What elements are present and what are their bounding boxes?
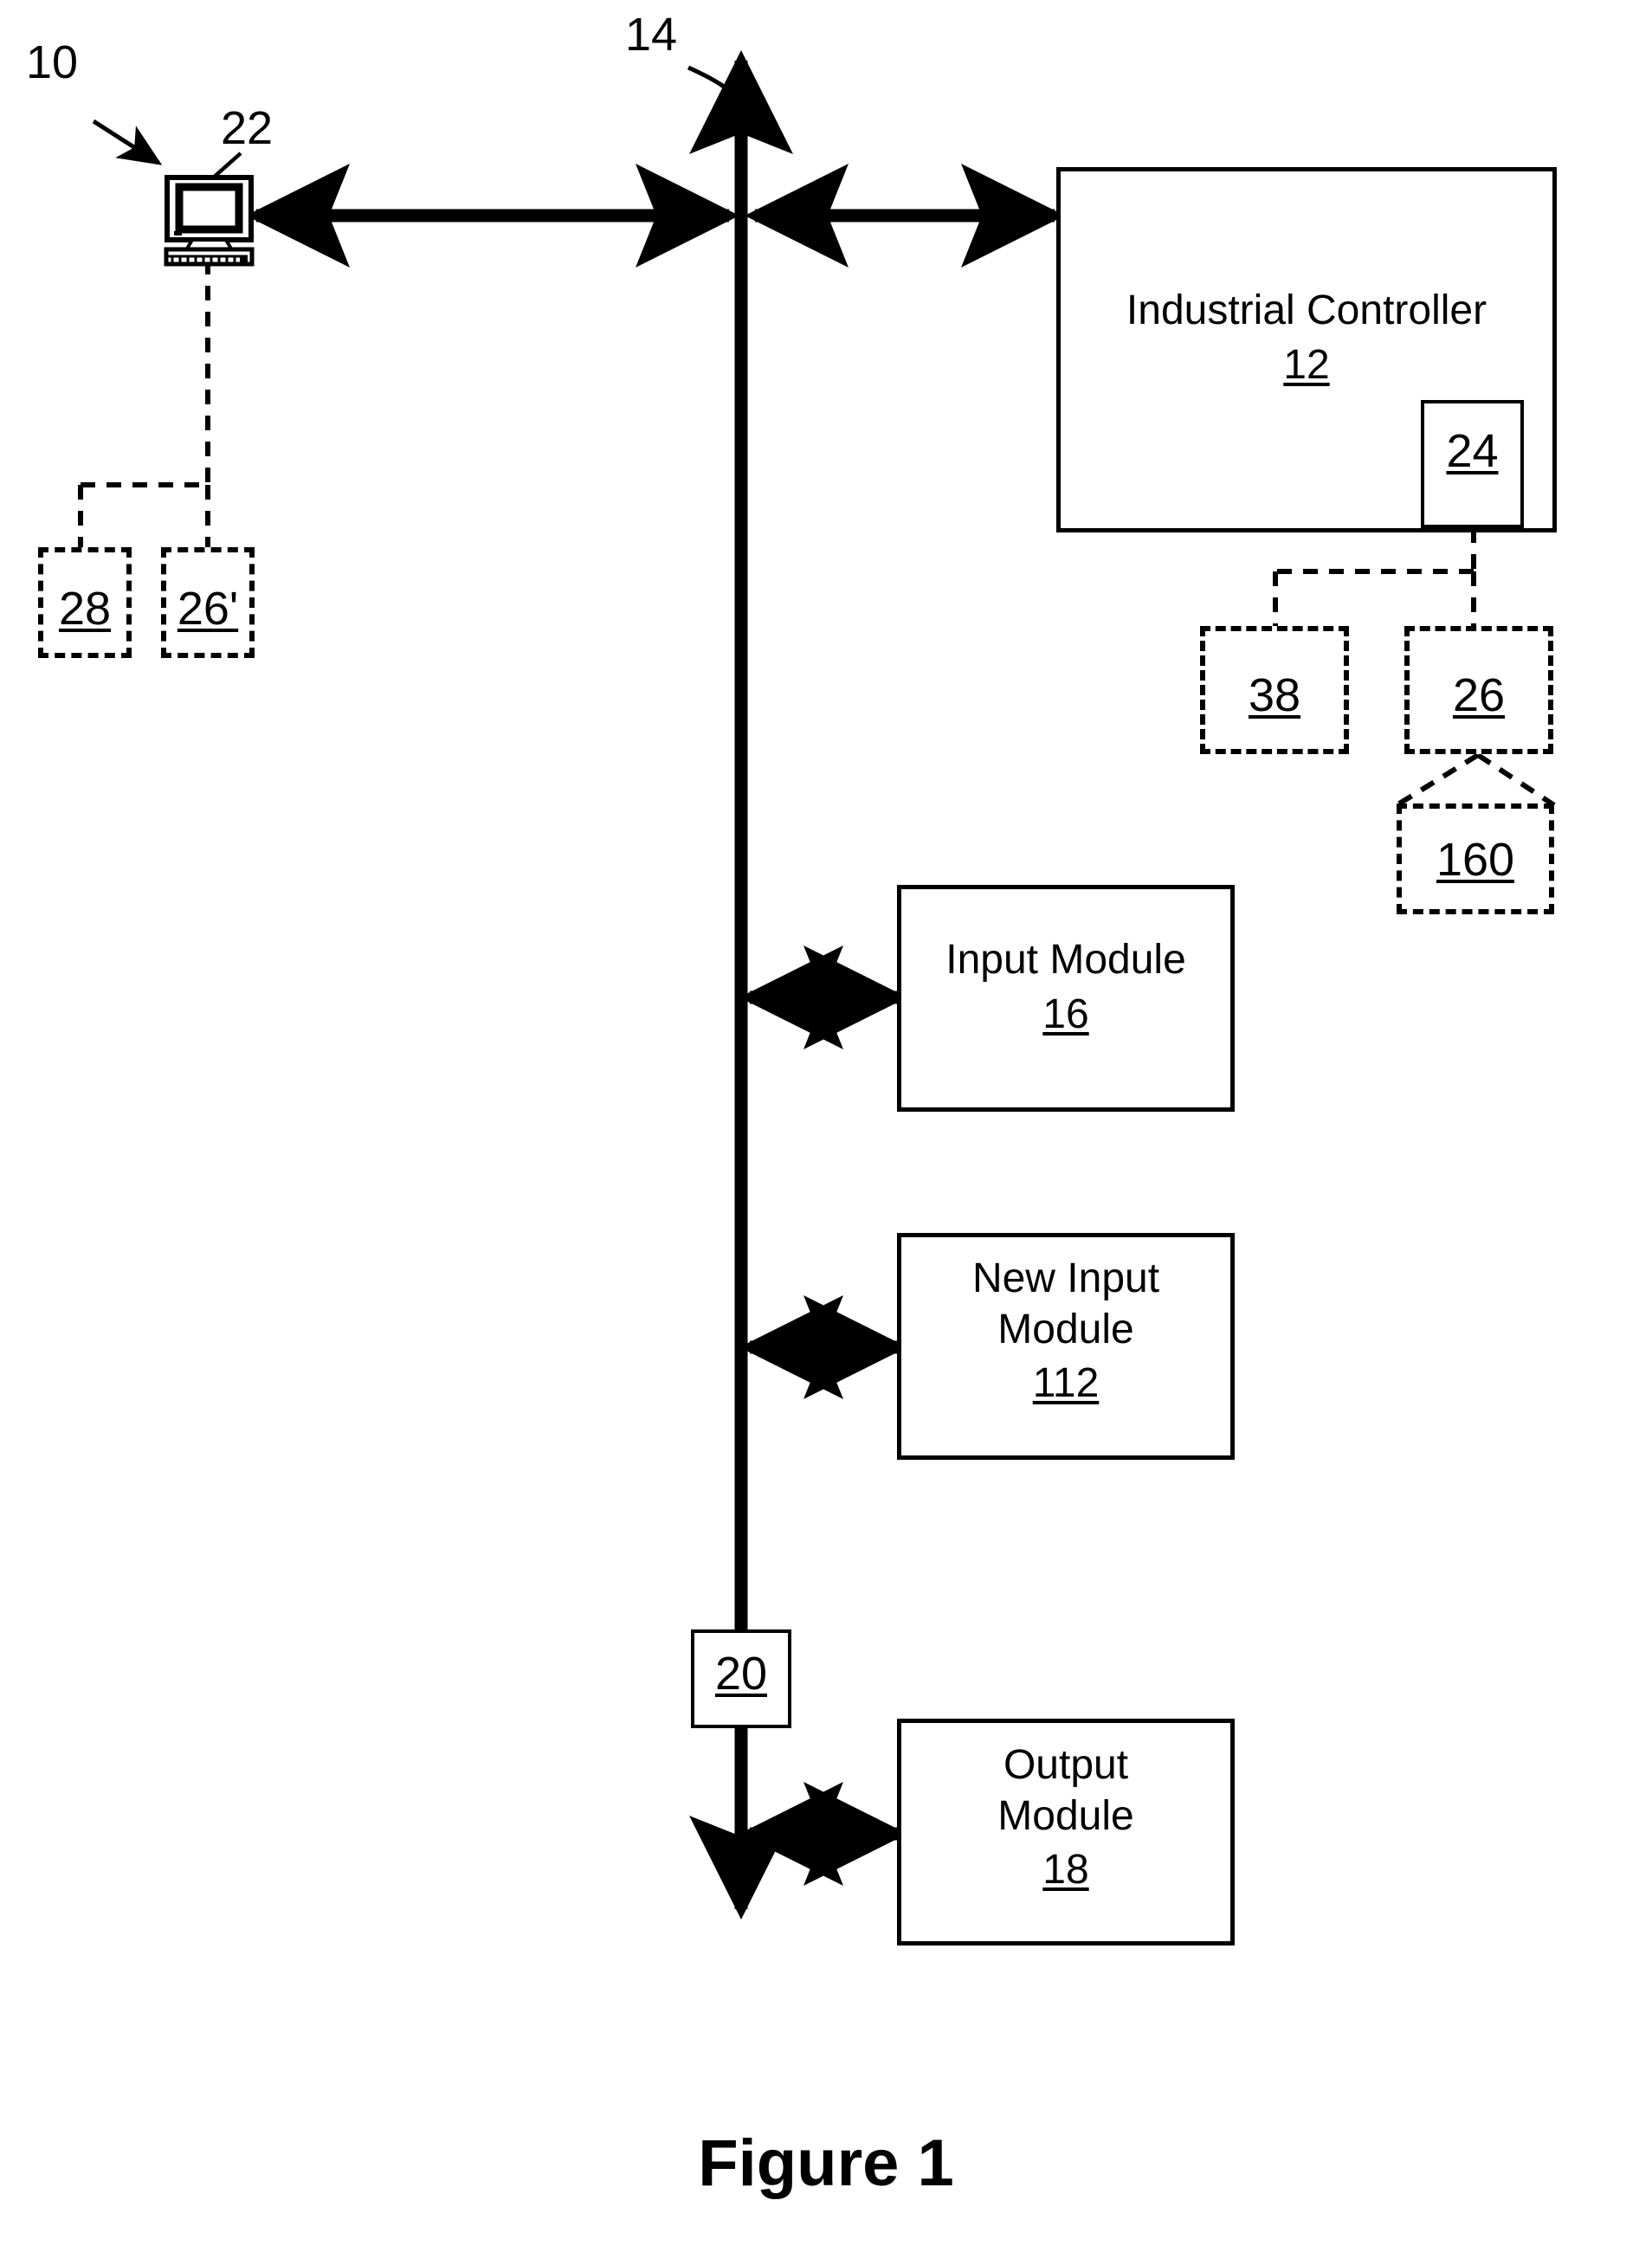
input-module-label: Input Module (945, 937, 1186, 983)
dashed-node-28-ref: 28 (58, 583, 112, 635)
output-module-label-line1: Output (1003, 1742, 1129, 1788)
new-input-module-label-line2: Module (997, 1306, 1134, 1352)
bus-node-20-ref: 20 (714, 1648, 768, 1700)
dashed-connector-26-to-160 (1395, 752, 1556, 808)
output-module-text: Output Module 18 (897, 1740, 1235, 1896)
dashed-node-38-ref: 38 (1248, 669, 1301, 721)
new-input-module-text: New Input Module 112 (897, 1254, 1235, 1410)
dashed-node-26prime-ref: 26' (177, 583, 239, 635)
leader-line-workstation-ref (209, 152, 242, 182)
leader-arrow-system-ref (92, 119, 163, 165)
desktop-computer-icon (164, 175, 255, 267)
dashed-bracket-workstation (78, 260, 210, 547)
dashed-node-160-ref: 160 (1436, 834, 1515, 886)
figure-caption: Figure 1 (698, 2126, 954, 2200)
controller-inner-module-24-ref: 24 (1446, 425, 1499, 477)
new-input-module-ref: 112 (1032, 1360, 1100, 1407)
industrial-controller-ref: 12 (1283, 341, 1330, 388)
dashed-node-26-ref: 26 (1452, 669, 1506, 721)
system-reference-label: 10 (26, 36, 79, 88)
industrial-controller-label: Industrial Controller (1126, 287, 1487, 333)
bus-reference-label: 14 (625, 9, 678, 61)
new-input-module-label-line1: New Input (971, 1255, 1160, 1301)
industrial-controller-text: Industrial Controller 12 (1056, 286, 1557, 390)
dashed-bracket-controller-submodules (1273, 528, 1476, 626)
leader-line-bus-ref (687, 65, 744, 106)
output-module-label-line2: Module (997, 1792, 1134, 1839)
input-module-text: Input Module 16 (897, 935, 1235, 1040)
patent-figure-page: 10 14 22 Industrial Controller 12 24 28 … (0, 0, 1652, 2252)
output-module-ref: 18 (1042, 1847, 1089, 1894)
input-module-ref: 16 (1042, 990, 1089, 1037)
workstation-reference-label: 22 (221, 102, 274, 154)
